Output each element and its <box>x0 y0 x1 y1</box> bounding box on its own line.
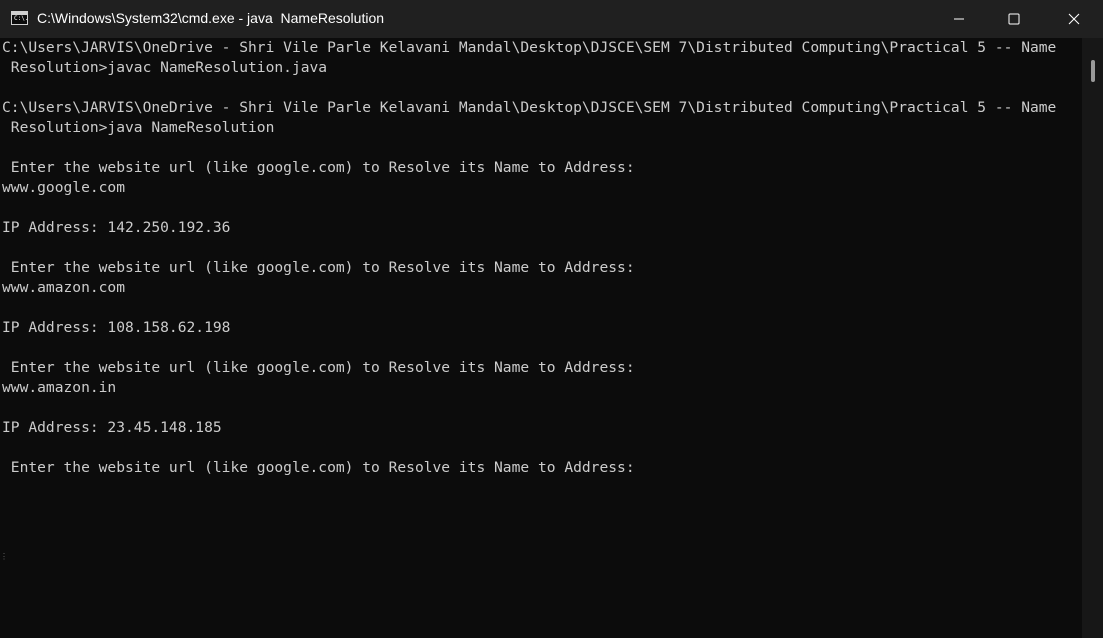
console-line: www.amazon.in <box>2 379 117 396</box>
console-line: Resolution>java NameResolution <box>2 119 275 136</box>
window-title: C:\Windows\System32\cmd.exe - java NameR… <box>37 10 385 26</box>
console-line: C:\Users\JARVIS\OneDrive - Shri Vile Par… <box>2 99 1057 116</box>
minimize-icon <box>954 18 964 20</box>
console-line: C:\Users\JARVIS\OneDrive - Shri Vile Par… <box>2 39 1057 56</box>
cmd-window: C:\. C:\Windows\System32\cmd.exe - java … <box>0 0 1103 638</box>
console-line: Enter the website url (like google.com) … <box>2 259 635 276</box>
maximize-icon <box>1008 13 1020 25</box>
console-line: Enter the website url (like google.com) … <box>2 359 635 376</box>
console-line: IP Address: 142.250.192.36 <box>2 219 231 236</box>
console-line: www.google.com <box>2 179 126 196</box>
console-line: www.amazon.com <box>2 279 126 296</box>
vertical-scrollbar[interactable] <box>1082 38 1103 638</box>
resize-grip[interactable]: ⋮ <box>0 552 8 562</box>
cmd-icon-glyph: C:\. <box>14 15 29 22</box>
close-icon <box>1068 13 1080 25</box>
scrollbar-thumb[interactable] <box>1091 60 1095 82</box>
console-line: IP Address: 23.45.148.185 <box>2 419 222 436</box>
console-line: IP Address: 108.158.62.198 <box>2 319 231 336</box>
console-line: Enter the website url (like google.com) … <box>2 459 635 476</box>
cmd-icon[interactable]: C:\. <box>11 11 28 25</box>
title-bar[interactable]: C:\. C:\Windows\System32\cmd.exe - java … <box>0 0 1103 38</box>
console-line: Enter the website url (like google.com) … <box>2 159 635 176</box>
console-output[interactable]: C:\Users\JARVIS\OneDrive - Shri Vile Par… <box>0 38 1082 638</box>
console-line: Resolution>javac NameResolution.java <box>2 59 328 76</box>
minimize-button[interactable] <box>930 0 988 38</box>
close-button[interactable] <box>1045 0 1103 38</box>
maximize-button[interactable] <box>985 0 1043 38</box>
